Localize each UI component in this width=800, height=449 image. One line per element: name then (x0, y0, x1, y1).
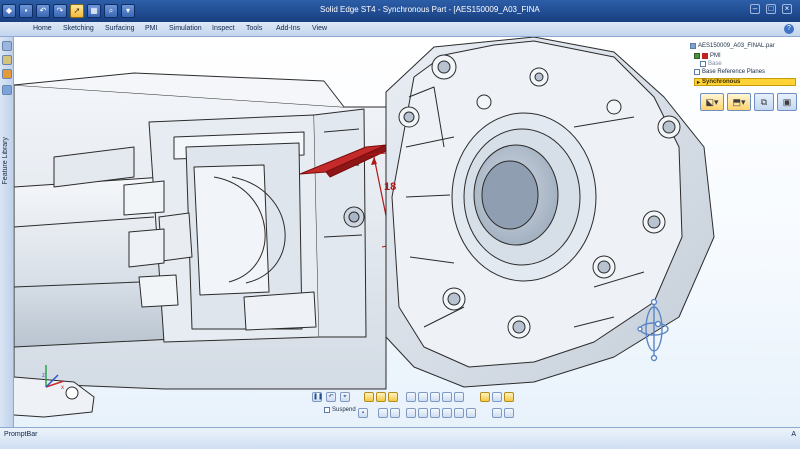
option-j-icon[interactable] (504, 408, 514, 418)
feature-library-tab-icon[interactable] (2, 85, 12, 95)
option-h-icon[interactable] (466, 408, 476, 418)
zoom-icon[interactable]: ⌕ (104, 4, 118, 18)
view-options-icon[interactable]: ▣ (777, 93, 797, 111)
tab-home[interactable]: Home (33, 25, 52, 32)
tab-view[interactable]: View (312, 25, 327, 32)
option-b-icon[interactable] (390, 408, 400, 418)
close-icon[interactable]: × (782, 4, 792, 14)
save-icon[interactable]: ▪ (19, 4, 33, 18)
model-geometry (14, 37, 715, 418)
option-f-icon[interactable] (442, 408, 452, 418)
tab-inspect[interactable]: Inspect (212, 25, 235, 32)
prompt-bar: PromptBar A (0, 427, 800, 449)
grid-icon[interactable]: ▦ (87, 4, 101, 18)
option-d-icon[interactable] (418, 408, 428, 418)
pmi-icon (702, 53, 708, 59)
relate-4-icon[interactable] (442, 392, 452, 402)
part-model-view[interactable]: 18 z x (14, 37, 800, 427)
snap-icon[interactable]: ⌖ (340, 392, 350, 402)
checkbox-icon[interactable] (694, 69, 700, 75)
prompt-bar-label: PromptBar (4, 431, 38, 438)
feature-library-label[interactable]: Feature Library (2, 137, 9, 184)
option-e-icon[interactable] (430, 408, 440, 418)
save-rules-icon[interactable]: ▪ (358, 408, 368, 418)
face-option-2-icon[interactable] (376, 392, 386, 402)
suspend-checkbox[interactable] (324, 407, 330, 413)
graphics-viewport[interactable]: 18 z x AES150009_A03_FINAL.par PMI Base … (14, 37, 800, 427)
svg-text:z: z (42, 373, 45, 379)
help-icon[interactable]: ? (784, 24, 794, 34)
copy-icon[interactable]: ⧉ (754, 93, 774, 111)
relate-3-icon[interactable] (430, 392, 440, 402)
prompt-bar-font-tool[interactable]: A (791, 431, 796, 438)
window-title: Solid Edge ST4 - Synchronous Part - [AES… (320, 5, 540, 14)
undo-icon[interactable]: ↶ (36, 4, 50, 18)
relate-5-icon[interactable] (454, 392, 464, 402)
title-bar: ◆ ▪ ↶ ↷ ➚ ▦ ⌕ ▾ Solid Edge ST4 - Synchro… (0, 0, 800, 22)
pathfinder-file-name: AES150009_A03_FINAL.par (698, 43, 775, 49)
pathfinder-item-pmi[interactable]: PMI (694, 53, 721, 59)
relate-1-icon[interactable] (406, 392, 416, 402)
option-a-icon[interactable] (378, 408, 388, 418)
face-option-1-icon[interactable] (364, 392, 374, 402)
layers-tab-icon[interactable] (2, 55, 12, 65)
pathfinder-item-reference-planes[interactable]: Base Reference Planes (694, 69, 765, 75)
suspend-option[interactable]: Suspend (324, 407, 356, 413)
maximize-icon[interactable]: □ (766, 4, 776, 14)
sensors-tab-icon[interactable] (2, 69, 12, 79)
face-option-3-icon[interactable] (388, 392, 398, 402)
option-i-icon[interactable] (492, 408, 502, 418)
option-c-icon[interactable] (406, 408, 416, 418)
live-rule-1-icon[interactable] (480, 392, 490, 402)
part-icon (690, 43, 696, 49)
svg-text:x: x (61, 385, 64, 391)
pathfinder-item-base[interactable]: Base (700, 61, 722, 67)
redo-icon[interactable]: ↷ (53, 4, 67, 18)
tab-sketching[interactable]: Sketching (63, 25, 94, 32)
relate-2-icon[interactable] (418, 392, 428, 402)
select-tool-icon[interactable]: ⬕▾ (700, 93, 724, 111)
checkbox-icon[interactable] (694, 53, 700, 59)
customize-icon[interactable]: ▾ (121, 4, 135, 18)
app-menu-icon[interactable]: ◆ (2, 4, 16, 18)
expand-icon[interactable]: ▸ (697, 79, 700, 86)
pathfinder-item-synchronous[interactable]: ▸ Synchronous (694, 78, 796, 86)
pathfinder-file-row[interactable]: AES150009_A03_FINAL.par (690, 43, 775, 49)
tab-tools[interactable]: Tools (246, 25, 262, 32)
tab-pmi[interactable]: PMI (145, 25, 157, 32)
dimension-value[interactable]: 18 (384, 181, 396, 193)
pause-icon[interactable]: ❚❚ (312, 392, 323, 402)
minimize-icon[interactable]: – (750, 4, 760, 14)
tab-add-ins[interactable]: Add-Ins (276, 25, 300, 32)
tab-surfacing[interactable]: Surfacing (105, 25, 135, 32)
command-ribbon: ❚❚ ↶ ⌖ Suspend ▪ (312, 390, 526, 420)
quick-access-toolbar: ◆ ▪ ↶ ↷ ➚ ▦ ⌕ ▾ (2, 3, 135, 19)
live-rule-2-icon[interactable] (492, 392, 502, 402)
left-docking-strip: Feature Library (0, 37, 14, 427)
select-arrow-icon[interactable]: ➚ (70, 4, 84, 18)
move-tool-icon[interactable]: ⬒▾ (727, 93, 751, 111)
ribbon-tab-bar: Home Sketching Surfacing PMI Simulation … (0, 22, 800, 37)
checkbox-icon[interactable] (700, 61, 706, 67)
undo-step-icon[interactable]: ↶ (326, 392, 336, 402)
window-controls: – □ × (750, 4, 792, 14)
selection-command-bar: ⬕▾ ⬒▾ ⧉ ▣ (700, 93, 800, 113)
pathfinder-tab-icon[interactable] (2, 41, 12, 51)
option-g-icon[interactable] (454, 408, 464, 418)
live-rule-3-icon[interactable] (504, 392, 514, 402)
tab-simulation[interactable]: Simulation (169, 25, 202, 32)
